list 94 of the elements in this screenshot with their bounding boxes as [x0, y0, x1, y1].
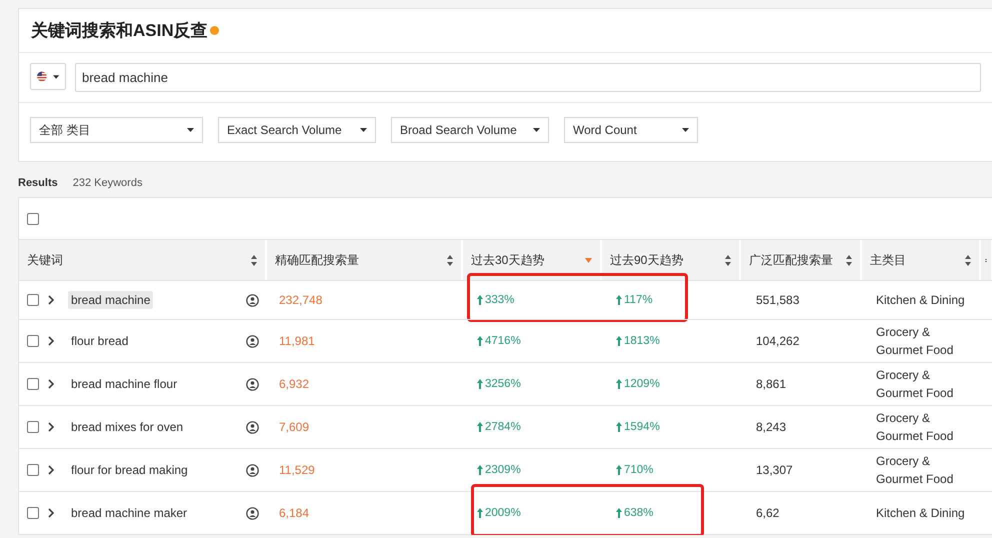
table-cell-text: Grocery & Gourmet Food: [875, 367, 954, 402]
table-cell-text: 11,529: [278, 462, 316, 479]
keyword-link[interactable]: bread machine: [68, 291, 154, 309]
keyword-link[interactable]: flour for bread making: [68, 461, 191, 479]
chevron-right-icon[interactable]: [48, 422, 54, 432]
checkbox[interactable]: [27, 421, 39, 433]
table-cell-text: 11,981: [278, 333, 316, 350]
table-cell-text: 8,243: [755, 419, 788, 436]
arrow-up-icon: [616, 379, 622, 389]
table-cell-text: 104,262: [755, 333, 800, 350]
trend-cell: 1813%: [602, 320, 741, 362]
filter-dropdown[interactable]: Broad Search Volume: [391, 117, 549, 143]
chevron-right-icon[interactable]: [48, 379, 54, 389]
filter-dropdown[interactable]: Word Count: [564, 117, 698, 143]
column-header[interactable]: 关键词: [19, 240, 267, 280]
person-circle-icon[interactable]: [246, 464, 259, 476]
caret-icon: [187, 128, 194, 132]
table-cell-text: Grocery & Gourmet Food: [875, 453, 954, 488]
flag-icon: [37, 71, 47, 82]
table-cell-text: 8,861: [755, 376, 788, 393]
arrow-up-icon: [616, 336, 622, 346]
arrow-up-icon: [477, 379, 483, 389]
person-circle-icon[interactable]: [246, 420, 259, 434]
arrow-up-icon: [477, 465, 483, 475]
table-cell-text: 551,583: [755, 292, 800, 309]
trend-cell: 117%: [602, 281, 741, 319]
sort-icon[interactable]: [965, 254, 971, 266]
chevron-right-icon[interactable]: [48, 336, 54, 346]
keyword-link[interactable]: bread machine flour: [68, 375, 180, 393]
arrow-up-icon: [616, 295, 622, 305]
table-cell-text: Grocery & Gourmet Food: [875, 410, 954, 445]
arrow-up-icon: [477, 508, 483, 518]
trend-cell: 2009%: [463, 492, 602, 534]
sort-icon[interactable]: [251, 254, 257, 266]
checkbox[interactable]: [27, 212, 39, 224]
arrow-up-icon: [616, 465, 622, 475]
arrow-up-icon: [616, 508, 622, 518]
caret-icon: [682, 128, 689, 132]
table-cell-text: 6,184: [278, 505, 310, 522]
column-header[interactable]: 精确匹配搜索量: [267, 240, 463, 280]
trend-cell: 3256%: [463, 363, 602, 405]
table-cell-text: Kitchen & Dining: [875, 292, 966, 309]
trend-cell: 2784%: [463, 406, 602, 448]
checkbox[interactable]: [27, 335, 39, 347]
arrow-up-icon: [477, 336, 483, 346]
sort-icon[interactable]: [725, 254, 731, 266]
trend-cell: 1594%: [602, 406, 741, 448]
person-circle-icon[interactable]: [246, 506, 259, 520]
column-header[interactable]: 广泛匹配搜索量: [741, 240, 862, 280]
table-cell-text: 13,307: [755, 462, 794, 479]
checkbox[interactable]: [27, 464, 39, 476]
caret-icon: [533, 128, 540, 132]
arrow-up-icon: [477, 422, 483, 432]
person-circle-icon[interactable]: [246, 294, 259, 306]
checkbox[interactable]: [27, 294, 39, 306]
keyword-count: 232 Keywords: [72, 177, 142, 189]
sort-icon[interactable]: [447, 254, 453, 266]
results-label: Results: [18, 177, 58, 189]
person-circle-icon[interactable]: [246, 334, 259, 348]
arrow-up-icon: [616, 422, 622, 432]
trend-cell: 710%: [602, 449, 741, 491]
filter-dropdown[interactable]: 全部 类目: [30, 117, 203, 143]
table-cell-text: Grocery & Gourmet Food: [875, 324, 954, 359]
badge-icon: [210, 26, 219, 35]
trend-cell: 333%: [463, 281, 602, 319]
column-header[interactable]: 主类目: [862, 240, 981, 280]
chevron-right-icon[interactable]: [48, 465, 54, 475]
table-cell-text: 232,748: [278, 292, 324, 309]
table-cell-text: 6,932: [278, 376, 310, 393]
keyword-link[interactable]: bread machine maker: [68, 504, 190, 522]
chevron-right-icon[interactable]: [48, 295, 54, 305]
checkbox[interactable]: [27, 507, 39, 519]
person-circle-icon[interactable]: [246, 378, 259, 390]
table-cell-text: 6,62: [755, 505, 780, 522]
trend-cell: 638%: [602, 492, 741, 534]
keyword-link[interactable]: bread mixes for oven: [68, 418, 186, 436]
table-cell-text: 7,609: [278, 419, 310, 436]
country-dropdown[interactable]: [30, 63, 66, 90]
table-cell-text: Kitchen & Dining: [875, 505, 966, 522]
caret-icon: [360, 128, 367, 132]
sort-icon[interactable]: [846, 254, 852, 266]
keyword-link[interactable]: flour bread: [68, 332, 132, 350]
column-header[interactable]: 过去30天趋势: [463, 240, 602, 280]
checkbox[interactable]: [27, 378, 39, 390]
chevron-right-icon[interactable]: [48, 508, 54, 518]
filter-dropdown[interactable]: Exact Search Volume: [218, 117, 376, 143]
trend-cell: 1209%: [602, 363, 741, 405]
arrow-up-icon: [477, 295, 483, 305]
caret-icon: [52, 74, 59, 78]
search-field[interactable]: bread machine: [75, 63, 981, 92]
page-title: 关键词搜索和ASIN反查: [31, 20, 208, 42]
trend-cell: 4716%: [463, 320, 602, 362]
column-header[interactable]: 过去90天趋势: [602, 240, 741, 280]
trend-cell: 2309%: [463, 449, 602, 491]
